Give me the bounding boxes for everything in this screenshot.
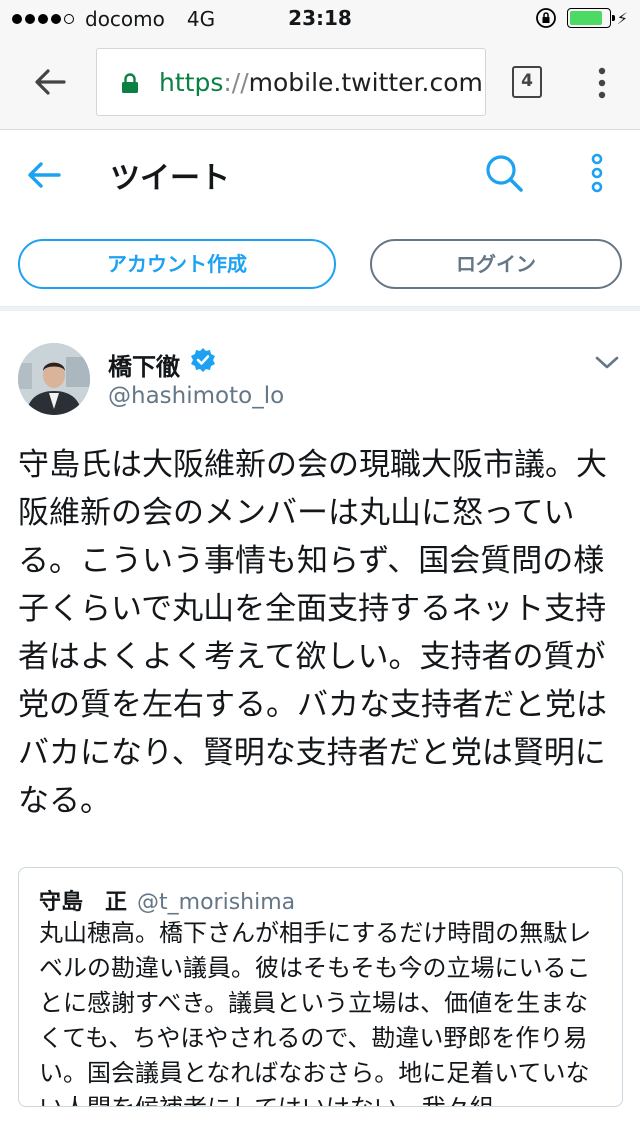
url-host: mobile.twitter.com: [248, 68, 483, 97]
search-icon[interactable]: [484, 153, 524, 193]
url-separator: ://: [223, 68, 249, 97]
verified-badge-icon: [191, 348, 215, 372]
url-text: https://mobile.twitter.com: [159, 68, 483, 97]
tweet: 橋下徹 @hashimoto_lo 守島氏は大阪維新の会の現職大阪市議。大阪維新…: [0, 311, 640, 1138]
status-bar: docomo 4G 23:18 ⚡: [0, 0, 640, 36]
quoted-author-name: 守島 正: [39, 890, 128, 915]
browser-toolbar: https://mobile.twitter.com 4: [0, 36, 640, 130]
author-handle[interactable]: @hashimoto_lo: [108, 383, 284, 409]
more-vert-icon[interactable]: [588, 153, 606, 193]
avatar-image: [18, 343, 90, 415]
signup-button[interactable]: アカウント作成: [18, 239, 336, 289]
quoted-tweet-text: 丸山穂高。橋下さんが相手にするだけ時間の無駄レベルの勘違い議員。彼はそもそも今の…: [39, 919, 592, 1106]
battery-fill: [569, 11, 603, 25]
battery-nub: [611, 15, 615, 21]
more-vert-icon[interactable]: [594, 66, 610, 100]
charging-bolt-icon: ⚡: [616, 8, 628, 28]
lock-icon: [122, 73, 138, 93]
quoted-tweet-header: 守島 正 @t_morishima: [39, 884, 295, 916]
battery-icon: [566, 8, 615, 28]
auth-buttons: アカウント作成 ログイン: [0, 215, 640, 307]
address-bar[interactable]: https://mobile.twitter.com: [96, 48, 486, 116]
tabs-button[interactable]: 4: [512, 66, 542, 98]
avatar[interactable]: [18, 343, 90, 415]
page-title: ツイート: [110, 161, 230, 196]
quoted-tweet[interactable]: 守島 正 @t_morishima 丸山穂高。橋下さんが相手にするだけ時間の無駄レ…: [18, 867, 623, 1107]
tweet-text: 守島氏は大阪維新の会の現職大阪市議。大阪維新の会のメンバーは丸山に怒っている。こ…: [18, 447, 607, 819]
back-arrow-icon[interactable]: [26, 159, 62, 191]
twitter-header: ツイート: [0, 131, 640, 215]
url-scheme: https: [159, 68, 224, 97]
login-button[interactable]: ログイン: [370, 239, 622, 289]
author-name[interactable]: 橋下徹: [108, 347, 180, 382]
orientation-lock-icon: [535, 8, 556, 28]
quoted-author-handle: @t_morishima: [137, 890, 296, 915]
chevron-down-icon[interactable]: [594, 355, 620, 371]
status-right: ⚡: [535, 7, 628, 29]
back-arrow-icon[interactable]: [30, 62, 70, 102]
